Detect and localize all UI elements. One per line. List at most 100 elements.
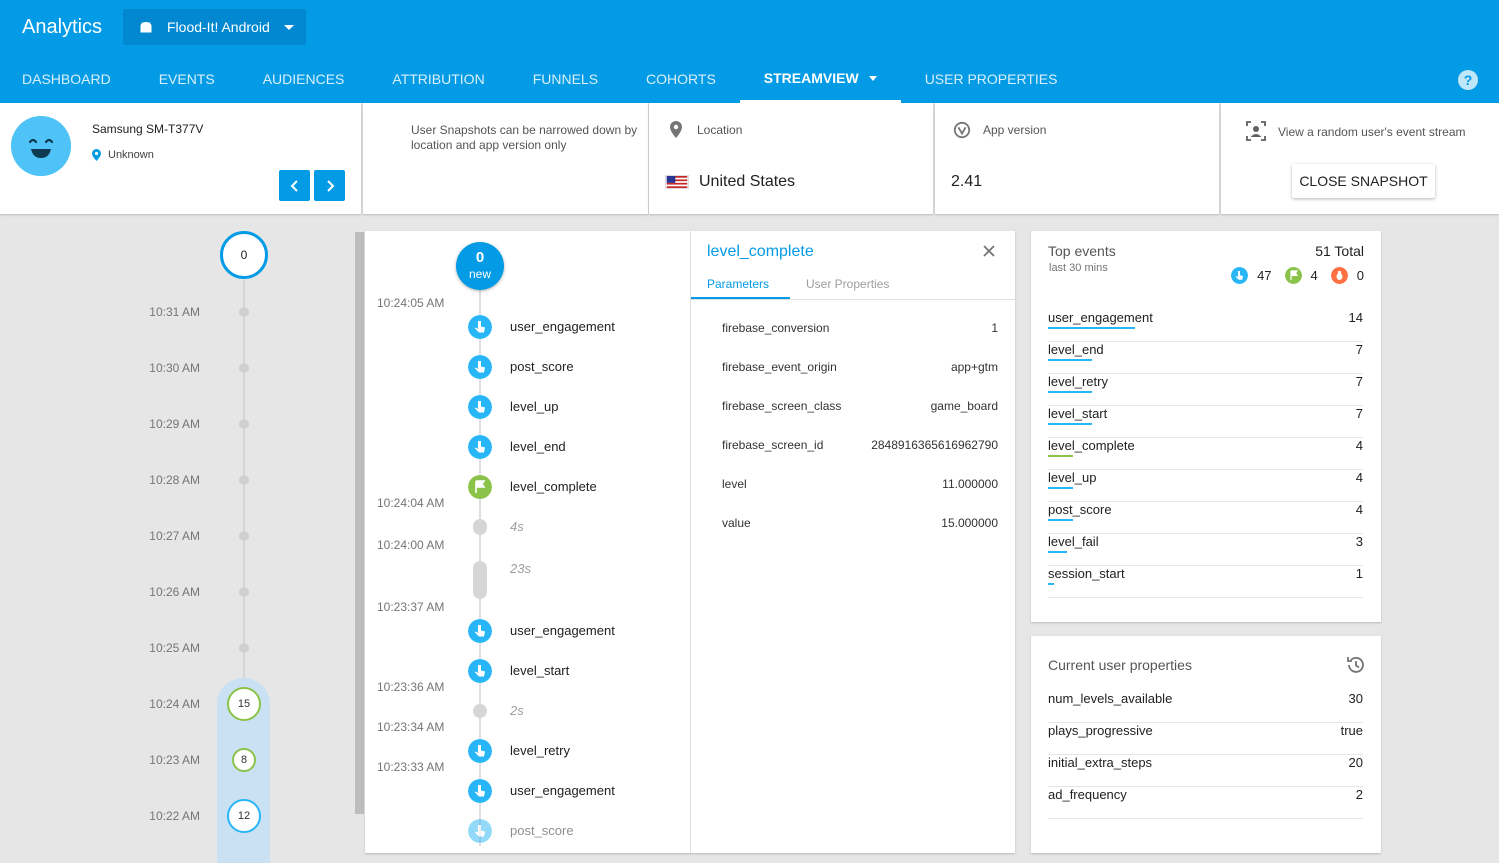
top-event-name: post_score bbox=[1048, 502, 1112, 517]
top-event-row[interactable]: level_up 4 bbox=[1048, 470, 1363, 502]
stream-event-label: level_complete bbox=[510, 479, 597, 494]
timeline-time: 10:22 AM bbox=[149, 809, 200, 823]
stream-event-label: post_score bbox=[510, 823, 574, 838]
stream-event-label: user_engagement bbox=[510, 319, 615, 334]
timeline-dot[interactable] bbox=[239, 363, 249, 373]
device-name: Samsung SM-T377V bbox=[92, 122, 204, 136]
new-events-bubble[interactable]: 0 new bbox=[456, 242, 504, 290]
stream-time: 10:24:05 AM bbox=[377, 296, 445, 310]
stream-time: 10:24:00 AM bbox=[377, 538, 445, 552]
top-event-row[interactable]: user_engagement 14 bbox=[1048, 310, 1363, 342]
stream-event-label: level_up bbox=[510, 399, 559, 414]
stream-event-label: level_start bbox=[510, 663, 570, 678]
user-property-value: 20 bbox=[1348, 755, 1363, 770]
tab-user-properties[interactable]: USER PROPERTIES bbox=[901, 56, 1082, 103]
location-pin-icon bbox=[92, 149, 101, 161]
user-property-value: 30 bbox=[1348, 691, 1363, 706]
timeline-time: 10:26 AM bbox=[149, 585, 200, 599]
stream-event-label: level_retry bbox=[510, 743, 570, 758]
touch-icon bbox=[468, 819, 492, 843]
version-icon bbox=[953, 121, 971, 139]
random-user-link[interactable]: View a random user's event stream bbox=[1278, 125, 1466, 139]
location-value: United States bbox=[665, 173, 795, 191]
tab-events[interactable]: EVENTS bbox=[135, 56, 239, 103]
top-event-bar bbox=[1048, 391, 1092, 393]
stream-event-label: user_engagement bbox=[510, 623, 615, 638]
timeline-count-bubble[interactable]: 12 bbox=[227, 799, 261, 833]
top-event-row[interactable]: post_score 4 bbox=[1048, 502, 1363, 534]
top-event-row[interactable]: level_complete 4 bbox=[1048, 438, 1363, 470]
top-event-count: 7 bbox=[1355, 406, 1363, 421]
nav-tabs: DASHBOARD EVENTS AUDIENCES ATTRIBUTION F… bbox=[0, 56, 1081, 103]
user-property-row: num_levels_available 30 bbox=[1048, 691, 1363, 723]
timeline-time: 10:31 AM bbox=[149, 305, 200, 319]
app-selector[interactable]: Flood-It! Android bbox=[123, 9, 306, 45]
top-event-bar bbox=[1048, 423, 1092, 425]
tab-attribution[interactable]: ATTRIBUTION bbox=[368, 56, 508, 103]
timeline-count-bubble[interactable]: 15 bbox=[227, 687, 261, 721]
app-version-card[interactable]: App version 2.41 bbox=[935, 103, 1219, 214]
tab-user-properties-detail[interactable]: User Properties bbox=[806, 277, 889, 291]
stream-gap-label: 23s bbox=[510, 561, 531, 576]
close-icon[interactable] bbox=[981, 243, 997, 259]
history-icon[interactable] bbox=[1345, 654, 1367, 676]
touch-icon bbox=[1231, 267, 1249, 284]
timeline-now-count[interactable]: 0 bbox=[220, 231, 268, 279]
param-key: firebase_screen_class bbox=[722, 399, 842, 413]
timeline-dot[interactable] bbox=[239, 307, 249, 317]
close-snapshot-button[interactable]: CLOSE SNAPSHOT bbox=[1292, 164, 1435, 198]
user-property-name: ad_frequency bbox=[1048, 787, 1127, 802]
tab-parameters[interactable]: Parameters bbox=[707, 277, 769, 291]
top-event-row[interactable]: level_fail 3 bbox=[1048, 534, 1363, 566]
tab-cohorts[interactable]: COHORTS bbox=[622, 56, 740, 103]
tab-funnels[interactable]: FUNNELS bbox=[509, 56, 622, 103]
top-event-name: level_end bbox=[1048, 342, 1104, 357]
user-property-name: plays_progressive bbox=[1048, 723, 1153, 738]
top-event-count: 14 bbox=[1348, 310, 1363, 325]
top-event-name: user_engagement bbox=[1048, 310, 1153, 325]
timeline-time: 10:25 AM bbox=[149, 641, 200, 655]
user-frame-icon[interactable] bbox=[1246, 121, 1266, 141]
next-user-button[interactable] bbox=[314, 170, 345, 201]
random-user-card: View a random user's event stream CLOSE … bbox=[1221, 103, 1499, 214]
param-key: firebase_conversion bbox=[722, 321, 830, 335]
event-stream-card: 0 new 10:24:05 AM 10:24:04 AM 10:24:00 A… bbox=[365, 231, 1015, 853]
timeline-dot[interactable] bbox=[239, 475, 249, 485]
location-card[interactable]: Location United States bbox=[649, 103, 933, 214]
timeline-dot[interactable] bbox=[239, 419, 249, 429]
top-event-name: session_start bbox=[1048, 566, 1125, 581]
timeline-dot[interactable] bbox=[239, 643, 249, 653]
tab-dashboard[interactable]: DASHBOARD bbox=[0, 56, 135, 103]
stream-time: 10:23:33 AM bbox=[377, 760, 445, 774]
user-properties-title: Current user properties bbox=[1048, 657, 1192, 673]
top-event-name: level_fail bbox=[1048, 534, 1099, 549]
top-event-count: 1 bbox=[1355, 566, 1363, 581]
timeline-time: 10:23 AM bbox=[149, 753, 200, 767]
timeline-time: 10:24 AM bbox=[149, 697, 200, 711]
brand-title: Analytics bbox=[22, 16, 103, 38]
top-event-row[interactable]: level_end 7 bbox=[1048, 342, 1363, 374]
top-event-count: 7 bbox=[1355, 374, 1363, 389]
tab-streamview[interactable]: STREAMVIEW bbox=[739, 56, 901, 103]
tab-streamview-label: STREAMVIEW bbox=[763, 70, 859, 86]
param-key: value bbox=[722, 516, 751, 530]
device-location: Unknown bbox=[92, 149, 154, 161]
timeline-dot[interactable] bbox=[239, 587, 249, 597]
prev-user-button[interactable] bbox=[279, 170, 310, 201]
tab-audiences[interactable]: AUDIENCES bbox=[239, 56, 369, 103]
top-event-row[interactable]: level_start 7 bbox=[1048, 406, 1363, 438]
timeline-time: 10:27 AM bbox=[149, 529, 200, 543]
timeline-dot[interactable] bbox=[239, 531, 249, 541]
stream-scrollbar[interactable] bbox=[355, 232, 364, 814]
top-event-count: 4 bbox=[1355, 438, 1363, 453]
tab-divider bbox=[691, 299, 1015, 300]
top-event-row[interactable]: session_start 1 bbox=[1048, 566, 1363, 598]
help-icon[interactable]: ? bbox=[1458, 70, 1478, 90]
device-location-label: Unknown bbox=[108, 149, 154, 161]
stream-event-label: post_score bbox=[510, 359, 574, 374]
timeline-count-bubble[interactable]: 8 bbox=[232, 748, 256, 772]
timeline-time: 10:30 AM bbox=[149, 361, 200, 375]
top-event-row[interactable]: level_retry 7 bbox=[1048, 374, 1363, 406]
top-event-bar bbox=[1048, 519, 1073, 521]
chevron-left-icon bbox=[290, 179, 298, 192]
